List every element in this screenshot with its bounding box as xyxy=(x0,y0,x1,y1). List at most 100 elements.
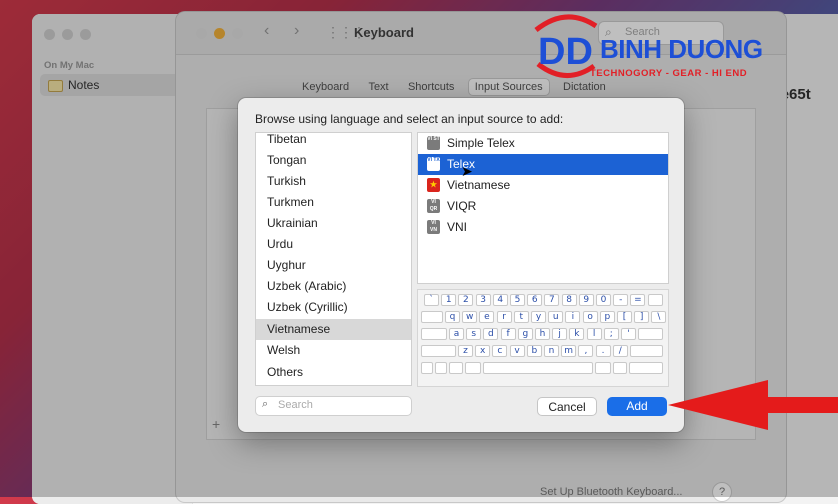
viqr-icon: VI QR xyxy=(427,199,440,213)
source-label: Simple Telex xyxy=(447,136,515,150)
keyboard-key: 3 xyxy=(475,294,491,306)
search-icon: ⌕ xyxy=(262,398,269,410)
vni-icon: VI VN xyxy=(427,220,440,234)
watermark-logo: DD BINH DUONG TECHNOGORY - GEAR - HI END xyxy=(530,12,830,82)
list-item[interactable]: VI VN VNI xyxy=(418,217,668,238)
keyboard-key: x xyxy=(475,345,491,357)
keyboard-modifier-key xyxy=(483,362,593,374)
keyboard-modifier-key xyxy=(613,362,627,374)
list-item[interactable]: Vietnamese xyxy=(418,175,668,196)
input-source-list[interactable]: VI ST Simple Telex VI TX Telex ➤ Vietnam… xyxy=(417,132,669,284)
list-item[interactable]: Uzbek (Arabic) xyxy=(256,276,411,297)
keyboard-modifier-key xyxy=(421,311,443,323)
list-item[interactable]: Ukrainian xyxy=(256,213,411,234)
keyboard-key: / xyxy=(612,345,628,357)
list-item-selected[interactable]: Vietnamese xyxy=(256,319,411,340)
keyboard-key: h xyxy=(535,328,550,340)
keyboard-key: , xyxy=(578,345,594,357)
keyboard-key: [ xyxy=(617,311,632,323)
source-label: Vietnamese xyxy=(447,178,511,192)
keyboard-key: 7 xyxy=(544,294,560,306)
annotation-arrow-icon xyxy=(668,380,838,430)
keyboard-key: z xyxy=(458,345,473,357)
language-search-field[interactable]: ⌕ xyxy=(255,396,412,416)
keyboard-key: n xyxy=(544,345,559,357)
list-item[interactable]: VI QR VIQR xyxy=(418,196,668,217)
keyboard-modifier-key xyxy=(449,362,463,374)
vietnam-flag-icon xyxy=(427,178,440,192)
keyboard-key: b xyxy=(526,345,542,357)
logo-tagline: TECHNOGORY - GEAR - HI END xyxy=(590,68,748,79)
keyboard-modifier-key xyxy=(421,328,447,340)
list-item[interactable]: Others xyxy=(256,362,411,383)
list-item[interactable]: Tongan xyxy=(256,150,411,171)
cancel-button[interactable]: Cancel xyxy=(537,397,597,416)
keyboard-key: j xyxy=(552,328,568,340)
svg-text:DD: DD xyxy=(538,31,593,73)
keyboard-key: l xyxy=(586,328,602,340)
search-input[interactable] xyxy=(278,398,406,412)
keyboard-key: m xyxy=(561,345,577,357)
list-item[interactable]: Urdu xyxy=(256,234,411,255)
keyboard-key: 0 xyxy=(596,294,611,306)
keyboard-key: 4 xyxy=(492,294,508,306)
keyboard-key: \ xyxy=(651,311,667,323)
keyboard-key: e xyxy=(479,311,495,323)
keyboard-key: f xyxy=(500,328,516,340)
keyboard-key: k xyxy=(569,328,585,340)
list-item[interactable]: Uyghur xyxy=(256,255,411,276)
list-item-selected[interactable]: VI TX Telex ➤ xyxy=(418,154,668,179)
list-item[interactable]: Tibetan xyxy=(256,133,411,150)
keyboard-key: = xyxy=(630,294,646,306)
keyboard-modifier-key xyxy=(465,362,481,374)
keyboard-key: ] xyxy=(634,311,650,323)
keyboard-key: o xyxy=(582,311,598,323)
keyboard-modifier-key xyxy=(595,362,611,374)
keyboard-key: 5 xyxy=(510,294,525,306)
keyboard-modifier-key xyxy=(435,362,447,374)
list-item[interactable]: Welsh xyxy=(256,340,411,361)
keyboard-layout-preview: ` 1 2 3 4 5 6 7 8 9 0- = q w e r t y u i o p[] \ a s d f g h j k l; ' z x c… xyxy=(417,289,669,387)
list-item[interactable]: Turkmen xyxy=(256,192,411,213)
keyboard-key: q xyxy=(445,311,460,323)
keyboard-modifier-key xyxy=(647,294,663,306)
list-item[interactable]: Turkish xyxy=(256,171,411,192)
add-input-source-dialog: Browse using language and select an inpu… xyxy=(238,98,684,432)
telex-icon: VI TX xyxy=(427,157,440,171)
keyboard-key: c xyxy=(492,345,508,357)
keyboard-key: s xyxy=(466,328,482,340)
keyboard-key: 1 xyxy=(441,294,457,306)
keyboard-key: v xyxy=(509,345,525,357)
keyboard-modifier-key xyxy=(421,362,433,374)
keyboard-key: - xyxy=(613,294,629,306)
keyboard-key: a xyxy=(449,328,464,340)
keyboard-key: 6 xyxy=(527,294,543,306)
simple-telex-icon: VI ST xyxy=(427,136,440,150)
keyboard-key: r xyxy=(496,311,512,323)
keyboard-key: g xyxy=(517,328,533,340)
list-item[interactable]: VI ST Simple Telex xyxy=(418,133,668,154)
keyboard-key: 9 xyxy=(578,294,594,306)
keyboard-key: 8 xyxy=(561,294,577,306)
keyboard-key: u xyxy=(548,311,564,323)
keyboard-key: ' xyxy=(621,328,636,340)
keyboard-modifier-key xyxy=(629,362,663,374)
keyboard-key: . xyxy=(595,345,611,357)
keyboard-modifier-key xyxy=(421,345,456,357)
keyboard-key: ; xyxy=(603,328,619,340)
keyboard-modifier-key xyxy=(630,345,663,357)
source-label: VNI xyxy=(447,220,468,234)
list-item[interactable]: Uzbek (Cyrillic) xyxy=(256,297,411,318)
keyboard-key: i xyxy=(565,311,581,323)
keyboard-key: w xyxy=(462,311,478,323)
language-list[interactable]: Tibetan Tongan Turkish Turkmen Ukrainian… xyxy=(255,132,412,386)
source-label: VIQR xyxy=(447,199,477,213)
keyboard-key: p xyxy=(599,311,615,323)
keyboard-key: t xyxy=(513,311,529,323)
add-button[interactable]: Add xyxy=(607,397,667,416)
keyboard-key: 2 xyxy=(458,294,474,306)
dialog-prompt: Browse using language and select an inpu… xyxy=(255,112,564,126)
keyboard-key: ` xyxy=(424,294,439,306)
logo-name: BINH DUONG xyxy=(600,34,763,64)
keyboard-key: d xyxy=(483,328,499,340)
